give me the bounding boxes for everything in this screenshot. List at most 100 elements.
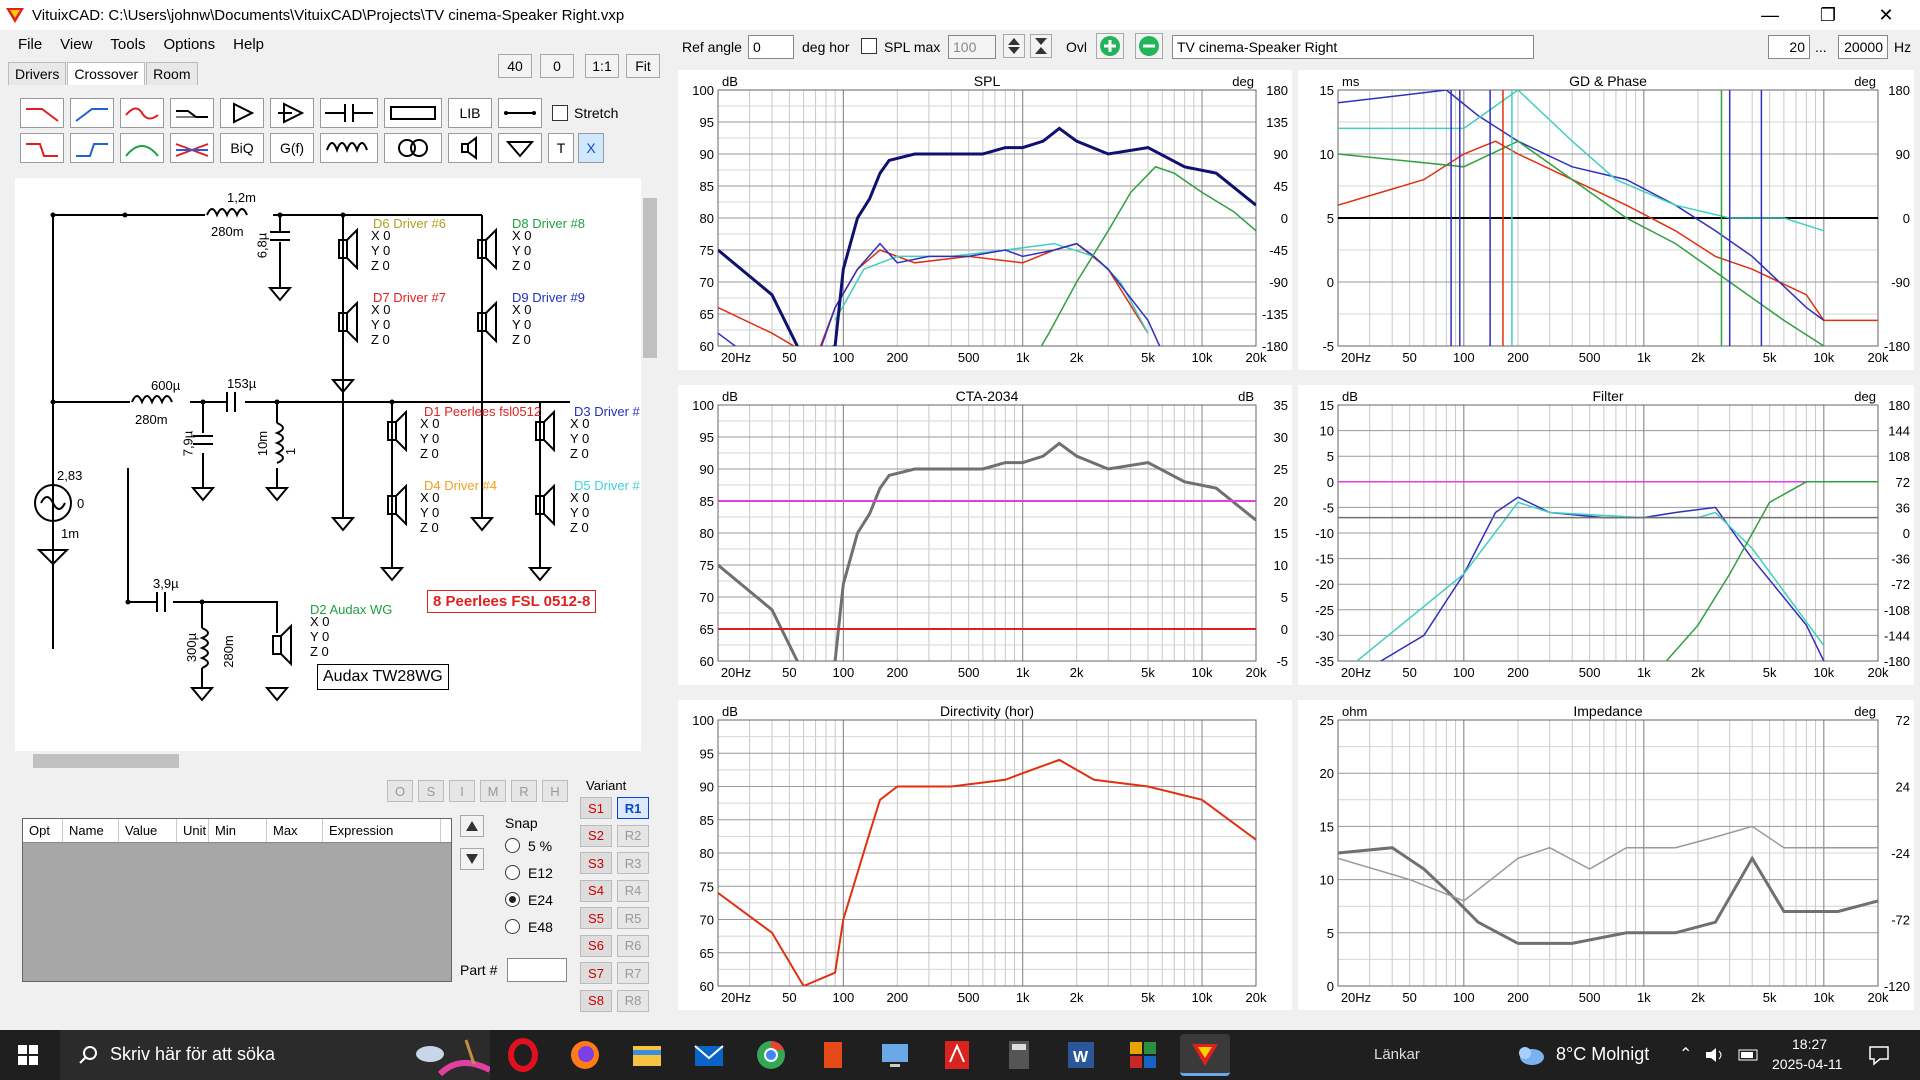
lowpass-2-icon[interactable]	[20, 133, 64, 163]
highpass-2-icon[interactable]	[70, 133, 114, 163]
table-header-value[interactable]: Value	[119, 819, 177, 842]
zoom-fit-button[interactable]: Fit	[626, 54, 660, 78]
flag-s-button[interactable]: S	[418, 780, 444, 802]
close-button[interactable]: ✕	[1858, 0, 1914, 30]
tab-crossover[interactable]: Crossover	[67, 62, 146, 85]
variant-s3[interactable]: S3	[580, 852, 612, 874]
driver-d1-label[interactable]: D1 Peerlees fsl0512	[424, 404, 541, 419]
spl-chart[interactable]: SPL dB deg 100 95 90 85 80 75 70 65 60 180 135 90 45 0 -4…	[678, 70, 1292, 370]
links-label[interactable]: Länkar	[1374, 1046, 1420, 1063]
taskbar-search-box[interactable]: Skriv här för att söka	[60, 1030, 490, 1080]
cta-2034-chart[interactable]: CTA-2034 dB dB 100 95 90 85 80 75 70 65 60 35 30 25 20 1…	[678, 385, 1292, 685]
variant-s5[interactable]: S5	[580, 907, 612, 929]
volume-icon[interactable]	[1704, 1046, 1726, 1064]
weather-text[interactable]: 8°C Molnigt	[1556, 1044, 1649, 1065]
variant-r4[interactable]: R4	[617, 879, 649, 902]
menu-options[interactable]: Options	[163, 36, 215, 53]
opera-icon[interactable]	[506, 1038, 540, 1072]
variant-r3[interactable]: R3	[617, 852, 649, 874]
note-audax[interactable]: Audax TW28WG	[317, 664, 449, 690]
table-header-name[interactable]: Name	[63, 819, 119, 842]
calculator-icon[interactable]	[1002, 1038, 1036, 1072]
amplifier-icon[interactable]	[270, 98, 314, 128]
windows-start-icon[interactable]	[18, 1045, 38, 1065]
table-header-min[interactable]: Min	[209, 819, 267, 842]
flag-r-button[interactable]: R	[511, 780, 537, 802]
table-header-unit[interactable]: Unit	[177, 819, 209, 842]
variant-r5[interactable]: R5	[617, 907, 649, 929]
variant-s6[interactable]: S6	[580, 934, 612, 957]
zoom-0-button[interactable]: 0	[540, 54, 574, 78]
flag-i-button[interactable]: I	[449, 780, 475, 802]
app-tiles-icon[interactable]	[1126, 1038, 1160, 1072]
inductor-icon[interactable]	[320, 133, 378, 163]
library-button[interactable]: LIB	[448, 98, 492, 128]
move-down-button[interactable]	[460, 848, 484, 870]
variant-s2[interactable]: S2	[580, 824, 612, 847]
move-up-button[interactable]	[460, 815, 484, 837]
variant-s1[interactable]: S1	[580, 797, 612, 819]
delete-tool-button[interactable]: X	[578, 133, 604, 163]
variant-r7[interactable]: R7	[617, 962, 649, 984]
snap-radio-E12[interactable]	[505, 865, 520, 880]
capacitor-icon[interactable]	[320, 98, 378, 128]
wire-icon[interactable]	[498, 98, 542, 128]
file-explorer-icon[interactable]	[630, 1038, 664, 1072]
minimize-button[interactable]: —	[1742, 0, 1798, 30]
vituixcad-taskbar-icon[interactable]	[1180, 1034, 1230, 1076]
menu-view[interactable]: View	[60, 36, 92, 53]
table-header-expression[interactable]: Expression	[323, 819, 441, 842]
acrobat-icon[interactable]	[940, 1038, 974, 1072]
stretch-checkbox[interactable]	[552, 105, 568, 121]
ref-angle-input[interactable]	[748, 35, 794, 59]
lowpass-filter-icon[interactable]	[20, 98, 64, 128]
remote-desktop-icon[interactable]	[878, 1038, 912, 1072]
chevron-up-icon[interactable]: ⌃	[1679, 1044, 1692, 1064]
impedance-chart[interactable]: Impedance ohm deg 25 20 15 10 5 0 72 24 -24 -72 -120 2…	[1298, 700, 1914, 1010]
transformer-icon[interactable]	[384, 133, 442, 163]
shelf-filter-icon[interactable]	[170, 98, 214, 128]
spl-max-input[interactable]	[948, 35, 996, 59]
buffer-icon[interactable]	[220, 98, 264, 128]
clock-time[interactable]: 18:27	[1792, 1036, 1827, 1052]
transfer-function-button[interactable]: G(f)	[270, 133, 314, 163]
spin-updown-icon[interactable]	[1003, 34, 1025, 58]
notifications-icon[interactable]	[1868, 1044, 1890, 1066]
freq-high-input[interactable]	[1838, 35, 1888, 59]
speaker-icon[interactable]	[448, 133, 492, 163]
table-header-opt[interactable]: Opt	[23, 819, 63, 842]
battery-icon[interactable]	[1738, 1046, 1760, 1064]
variant-s8[interactable]: S8	[580, 989, 612, 1012]
office-icon[interactable]	[816, 1038, 850, 1072]
directivity-chart[interactable]: Directivity (hor) dB 100 95 90 85 80 75 70 65 60 20…	[678, 700, 1292, 1010]
highpass-filter-icon[interactable]	[70, 98, 114, 128]
schematic-hscroll[interactable]	[15, 752, 641, 770]
spl-max-checkbox[interactable]	[861, 38, 877, 54]
peaking-filter-icon[interactable]	[120, 98, 164, 128]
bandpass-icon[interactable]	[120, 133, 164, 163]
filter-chart[interactable]: Filter dB deg 15 10 5 0 -5 -10 -15 -20 -25 -30 -35 180…	[1298, 385, 1914, 685]
overlay-remove-icon[interactable]	[1135, 33, 1163, 59]
collapse-icon[interactable]	[1030, 34, 1052, 58]
menu-tools[interactable]: Tools	[110, 36, 145, 53]
tab-room[interactable]: Room	[146, 62, 198, 85]
menu-file[interactable]: File	[18, 36, 42, 53]
mail-icon[interactable]	[692, 1038, 726, 1072]
ground-icon[interactable]	[498, 133, 542, 163]
notch-icon[interactable]	[170, 133, 214, 163]
overlay-add-icon[interactable]	[1096, 33, 1124, 59]
flag-o-button[interactable]: O	[387, 780, 413, 802]
chrome-icon[interactable]	[754, 1038, 788, 1072]
gd-phase-chart[interactable]: GD & Phase ms deg 15 10 5 0 -5 180 90 0 -90 -180 20Hz…	[1298, 70, 1914, 370]
variant-r2[interactable]: R2	[617, 824, 649, 847]
variant-r1[interactable]: R1	[617, 797, 649, 819]
variant-s4[interactable]: S4	[580, 879, 612, 902]
restore-button[interactable]: ❐	[1800, 0, 1856, 30]
optimizer-table[interactable]: Opt Name Value Unit Min Max Expression	[22, 818, 452, 982]
flag-h-button[interactable]: H	[542, 780, 568, 802]
variant-s7[interactable]: S7	[580, 962, 612, 984]
part-number-input[interactable]	[507, 958, 567, 982]
project-title-input[interactable]	[1172, 35, 1534, 59]
resistor-icon[interactable]	[384, 98, 442, 128]
snap-radio-5[interactable]	[505, 838, 520, 853]
